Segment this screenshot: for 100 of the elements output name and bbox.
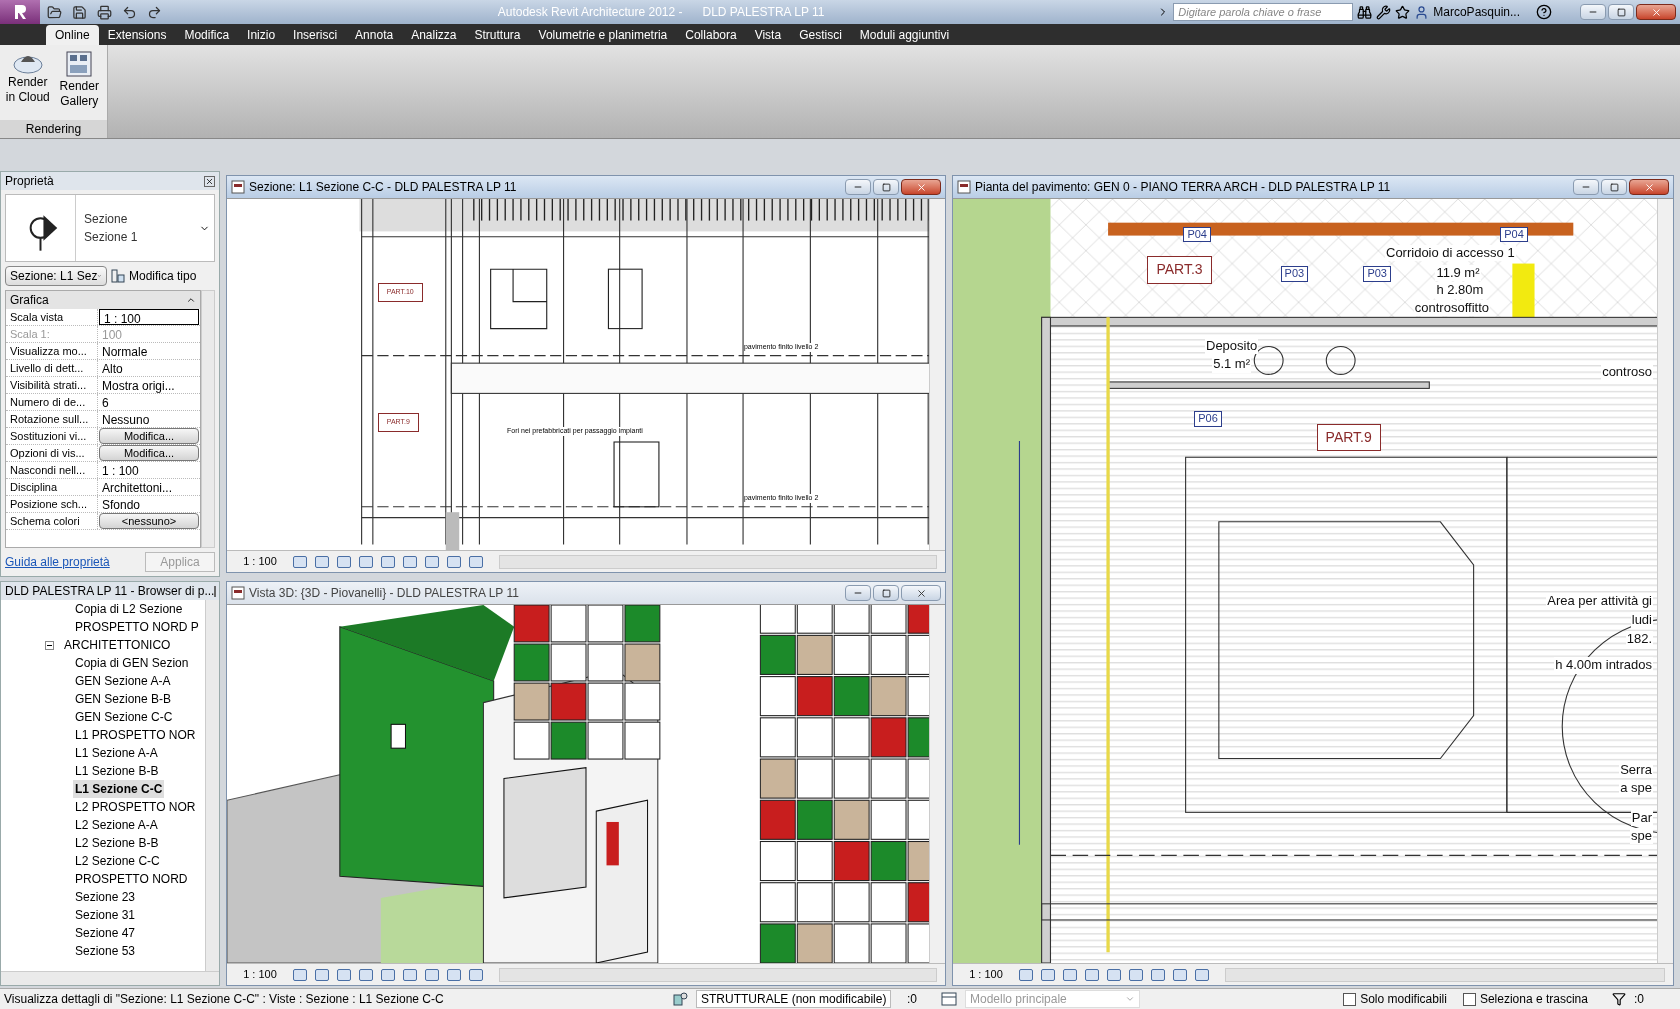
view-control-icon[interactable] [315,555,329,568]
quick-access-icon[interactable] [147,4,162,20]
close-button[interactable] [1629,179,1669,195]
scale-label[interactable]: 1 : 100 [961,966,1011,983]
ribbon-button[interactable]: Render in Cloud [4,49,52,120]
vertical-scrollbar[interactable] [201,290,215,548]
scale-label[interactable]: 1 : 100 [235,553,285,570]
quick-access-icon[interactable] [72,4,87,20]
view-control-icon[interactable] [1173,968,1187,981]
binoculars-icon[interactable] [1357,4,1373,20]
tree-item[interactable]: Copia di L2 Sezione [73,600,185,618]
tree-item[interactable]: GEN Sezione B-B [73,690,174,708]
close-button[interactable] [901,179,941,195]
view-control-icon[interactable] [293,968,307,981]
tree-item[interactable]: GEN Sezione A-A [73,672,173,690]
help-icon[interactable] [1536,4,1552,20]
view-control-icon[interactable] [315,968,329,981]
ribbon-tab[interactable]: Inserisci [284,25,347,45]
view-control-icon[interactable] [425,555,439,568]
ribbon-tab[interactable]: Vista [745,25,791,45]
tree-item[interactable]: Sezione 53 [73,942,138,960]
view-control-icon[interactable] [1107,968,1121,981]
quick-access-icon[interactable] [97,4,112,20]
app-menu-button[interactable] [0,0,40,24]
tree-item[interactable]: L2 Sezione A-A [73,816,160,834]
view-control-icon[interactable] [337,968,351,981]
view-control-icon[interactable] [1063,968,1077,981]
property-value-field[interactable]: 1 : 100 [99,309,199,325]
view-control-icon[interactable] [337,555,351,568]
tree-item[interactable]: L2 Sezione C-C [73,852,162,870]
star-icon[interactable] [1395,4,1411,20]
user-icon[interactable] [1414,4,1430,20]
tree-item[interactable]: PROSPETTO NORD P [73,618,201,636]
view-control-icon[interactable] [1041,968,1055,981]
view-control-icon[interactable] [425,968,439,981]
property-value-button[interactable]: Modifica... [99,428,199,444]
ribbon-tab[interactable]: Inizio [238,25,285,45]
view-control-icon[interactable] [447,968,461,981]
property-value-button[interactable]: Modifica... [99,445,199,461]
ribbon-tab[interactable]: Modifica [175,25,239,45]
tree-item[interactable]: L2 Sezione B-B [73,834,161,852]
tree-item[interactable]: Sezione 23 [73,888,138,906]
edit-type-button[interactable]: Modifica tipo [111,267,197,285]
view-control-icon[interactable] [447,555,461,568]
wrench-icon[interactable] [1376,4,1392,20]
scale-label[interactable]: 1 : 100 [235,966,285,983]
horizontal-scrollbar[interactable] [1,971,219,985]
user-name[interactable]: MarcoPasquin... [1433,3,1520,21]
ribbon-tab[interactable]: Collabora [676,25,746,45]
horizontal-scrollbar[interactable] [499,967,937,982]
filter-icon[interactable] [1612,992,1626,1006]
quick-access-icon[interactable] [122,4,137,20]
view-control-icon[interactable] [381,968,395,981]
tree-item[interactable]: Sezione 47 [73,924,138,942]
maximize-button[interactable] [1608,4,1634,20]
tree-item[interactable]: L1 Sezione A-A [73,744,160,762]
tree-item[interactable]: Sezione 31 [73,906,138,924]
ribbon-tab[interactable]: Online [46,25,99,45]
view-control-icon[interactable] [359,968,373,981]
tree-item[interactable]: PROSPETTO NORD [73,870,190,888]
group-header[interactable]: Grafica [6,291,200,309]
tree-item[interactable]: ARCHITETTONICO [62,636,173,654]
type-selector[interactable]: Sezione Sezione 1 [5,194,215,262]
quick-access-icon[interactable] [47,4,62,20]
horizontal-scrollbar[interactable] [1225,967,1665,982]
ribbon-button[interactable]: Render Gallery [55,49,103,120]
ribbon-tab[interactable]: Moduli aggiuntivi [850,25,959,45]
view-control-icon[interactable] [359,555,373,568]
maximize-button[interactable] [873,179,899,195]
tree-item[interactable]: GEN Sezione C-C [73,708,175,726]
ribbon-tab[interactable]: Volumetrie e planimetria [529,25,677,45]
option-checkbox[interactable]: Solo modificabili [1343,990,1447,1008]
maximize-button[interactable] [873,585,899,601]
minimize-button[interactable] [1573,179,1599,195]
vertical-scrollbar[interactable] [929,199,945,550]
vertical-scrollbar[interactable] [929,605,945,963]
view-control-icon[interactable] [381,555,395,568]
close-icon[interactable] [204,175,215,187]
minimize-button[interactable] [1580,4,1606,20]
ribbon-tab[interactable]: Extensions [98,25,176,45]
minimize-button[interactable] [845,179,871,195]
view-control-icon[interactable] [469,968,483,981]
view-control-icon[interactable] [1129,968,1143,981]
ribbon-tab[interactable]: Gestisci [790,25,851,45]
tree-item[interactable]: L1 Sezione C-C [73,780,165,798]
view-control-icon[interactable] [1085,968,1099,981]
instance-dropdown[interactable]: Sezione: L1 Sez [5,266,107,286]
collapse-icon[interactable] [45,640,54,650]
view-control-icon[interactable] [403,555,417,568]
vertical-scrollbar[interactable] [1657,199,1673,963]
tree-item[interactable]: Copia di GEN Sezion [73,654,191,672]
tree-item[interactable]: L1 PROSPETTO NOR [73,726,198,744]
workset-dropdown[interactable]: STRUTTURALE (non modificabile) [696,990,891,1008]
tree-item[interactable]: L1 Sezione B-B [73,762,161,780]
vertical-scrollbar[interactable] [205,600,219,971]
option-checkbox[interactable]: Seleziona e trascina [1462,990,1588,1008]
close-button[interactable] [901,585,941,601]
search-field[interactable]: Digitare parola chiave o frase [1173,3,1354,21]
view-control-icon[interactable] [293,555,307,568]
tree-item[interactable]: L2 PROSPETTO NOR [73,798,198,816]
